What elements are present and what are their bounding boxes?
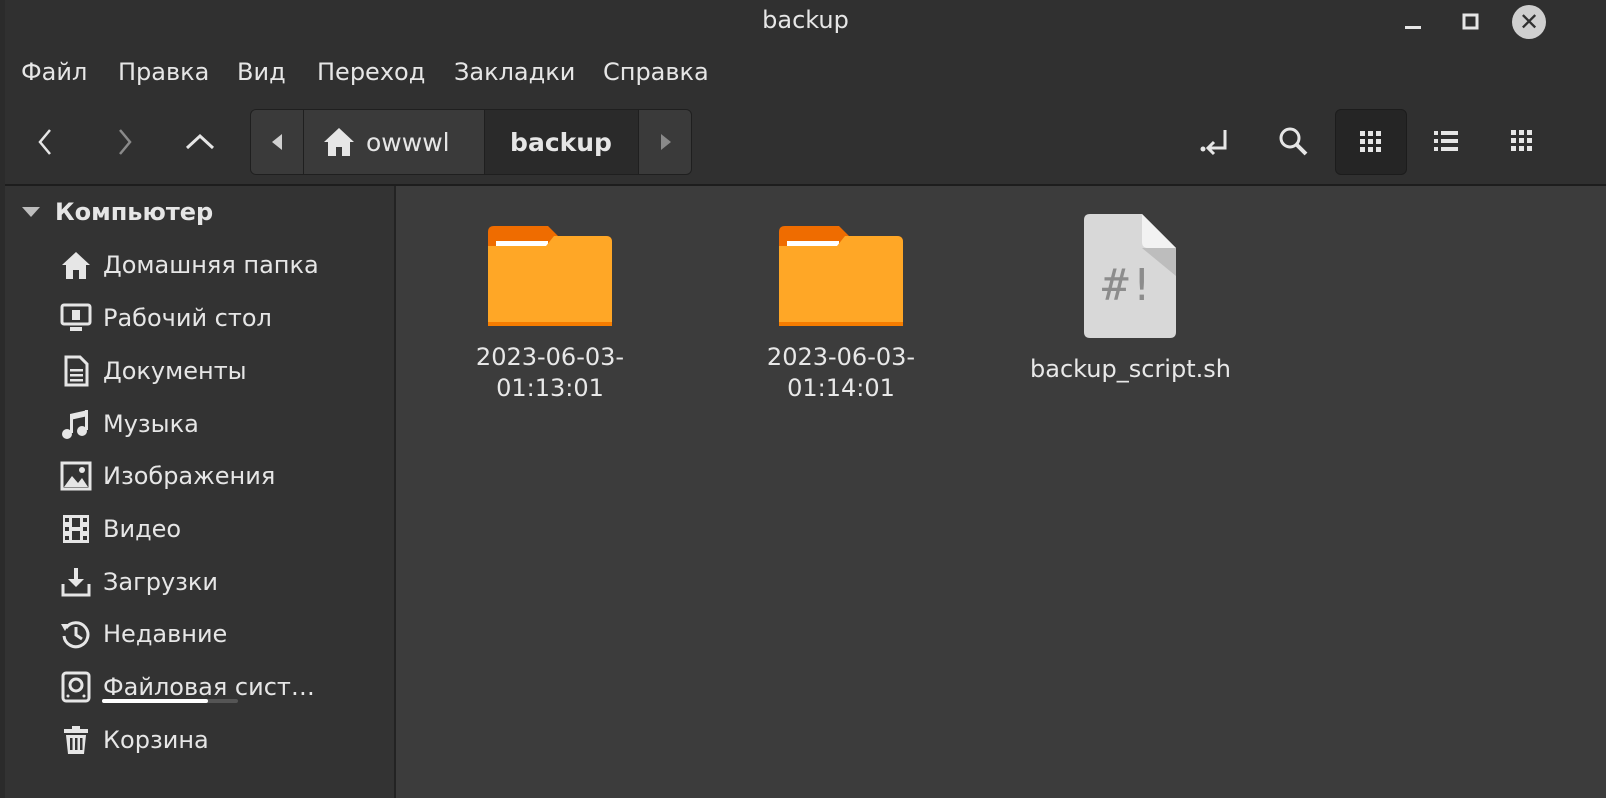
window-title: backup: [762, 6, 849, 34]
trash-icon: [59, 723, 93, 757]
list-icon: [1434, 131, 1458, 151]
path-current-button[interactable]: backup: [485, 110, 637, 174]
sidebar-item-label: Корзина: [103, 726, 209, 754]
menu-file[interactable]: Файл: [21, 58, 87, 86]
filesystem-usage-bar: [102, 699, 238, 703]
search-button[interactable]: [1258, 109, 1328, 173]
file-item-folder-2[interactable]: 2023-06-03- 01:14:01: [741, 224, 941, 404]
file-manager-window: backup ✕ Файл Правка Вид Переход Закладк…: [5, 0, 1606, 798]
sidebar-item-label: Рабочий стол: [103, 304, 272, 332]
triangle-down-icon: [22, 207, 40, 217]
compact-grid-icon: [1511, 130, 1532, 151]
home-icon: [59, 248, 93, 282]
sidebar-item-label: Музыка: [103, 410, 199, 438]
sidebar-item-recent[interactable]: Недавние: [59, 610, 227, 658]
file-name: 2023-06-03- 01:14:01: [766, 343, 916, 402]
sidebar-item-music[interactable]: Музыка: [59, 400, 199, 448]
forward-button[interactable]: [89, 104, 159, 180]
file-name: 2023-06-03- 01:13:01: [475, 343, 625, 402]
minimize-button[interactable]: [1395, 4, 1431, 40]
list-view-button[interactable]: [1411, 109, 1481, 173]
svg-text:#!: #!: [1102, 260, 1155, 311]
path-current-label: backup: [510, 127, 612, 157]
filesystem-usage-fill: [102, 699, 209, 703]
path-home-label: owwwl: [366, 127, 450, 157]
menu-view[interactable]: Вид: [237, 58, 286, 86]
close-button[interactable]: ✕: [1511, 4, 1547, 40]
file-view[interactable]: 2023-06-03- 01:13:01 2023-06-03- 01:14:0…: [396, 186, 1606, 798]
sidebar: Компьютер Домашняя папка Рабочий стол До…: [5, 186, 396, 798]
maximize-button[interactable]: [1453, 4, 1489, 40]
desktop-icon: [59, 301, 93, 335]
close-icon: ✕: [1512, 5, 1546, 39]
sidebar-item-documents[interactable]: Документы: [59, 347, 247, 395]
menu-bookmarks[interactable]: Закладки: [454, 58, 575, 86]
back-button[interactable]: [11, 104, 81, 180]
sidebar-item-label: Изображения: [103, 462, 276, 490]
up-button[interactable]: [165, 104, 235, 180]
path-scroll-left-button[interactable]: [251, 110, 304, 174]
sidebar-item-filesystem[interactable]: Файловая сист…: [59, 663, 315, 711]
music-icon: [59, 407, 93, 441]
sidebar-item-label: Загрузки: [103, 568, 218, 596]
chevron-left-icon: [38, 129, 51, 155]
path-bar: owwwl backup: [250, 109, 692, 175]
maximize-icon: [1462, 13, 1479, 30]
sidebar-heading: Компьютер: [55, 198, 214, 226]
search-icon: [1279, 127, 1308, 156]
compact-view-button[interactable]: [1487, 109, 1557, 173]
sidebar-item-label: Документы: [103, 357, 247, 385]
sidebar-item-downloads[interactable]: Загрузки: [59, 558, 218, 606]
folder-icon: [779, 226, 903, 326]
sidebar-item-pictures[interactable]: Изображения: [59, 452, 275, 500]
menu-go[interactable]: Переход: [317, 58, 425, 86]
grid-icon: [1360, 131, 1381, 152]
sidebar-item-label: Видео: [103, 515, 182, 543]
menubar: Файл Правка Вид Переход Закладки Справка: [5, 52, 1606, 96]
minimize-icon: [1405, 26, 1421, 29]
recent-icon: [59, 617, 93, 651]
sidebar-item-label: Файловая сист…: [103, 673, 315, 701]
icon-view-button[interactable]: [1335, 109, 1407, 175]
path-scroll-right-button[interactable]: [638, 110, 691, 174]
toggle-location-button[interactable]: [1181, 109, 1251, 173]
toolbar: owwwl backup: [5, 104, 1606, 180]
titlebar[interactable]: backup ✕: [5, 0, 1606, 42]
image-icon: [59, 459, 93, 493]
sidebar-item-label: Домашняя папка: [103, 251, 319, 279]
sidebar-item-trash[interactable]: Корзина: [59, 716, 209, 764]
sidebar-item-label: Недавние: [103, 620, 228, 648]
location-entry-icon: [1200, 130, 1227, 156]
document-icon: [59, 354, 93, 388]
download-icon: [59, 565, 93, 599]
sidebar-item-desktop[interactable]: Рабочий стол: [59, 294, 272, 342]
triangle-left-icon: [272, 134, 282, 150]
chevron-right-icon: [119, 129, 132, 155]
file-name: backup_script.sh: [1030, 355, 1231, 383]
menu-help[interactable]: Справка: [603, 58, 709, 86]
path-home-button[interactable]: owwwl: [304, 110, 485, 174]
menu-edit[interactable]: Правка: [118, 58, 209, 86]
sidebar-item-home[interactable]: Домашняя папка: [59, 241, 319, 289]
video-icon: [59, 512, 93, 546]
folder-icon: [488, 226, 612, 326]
sidebar-section-computer[interactable]: Компьютер: [21, 198, 213, 226]
file-item-script[interactable]: #! backup_script.sh: [1030, 212, 1231, 385]
file-item-folder-1[interactable]: 2023-06-03- 01:13:01: [450, 224, 650, 404]
drive-icon: [59, 670, 93, 704]
sidebar-item-videos[interactable]: Видео: [59, 505, 181, 553]
chevron-up-icon: [185, 133, 215, 150]
triangle-right-icon: [660, 134, 671, 150]
home-icon: [324, 128, 354, 156]
script-file-icon: #!: [1084, 214, 1176, 338]
